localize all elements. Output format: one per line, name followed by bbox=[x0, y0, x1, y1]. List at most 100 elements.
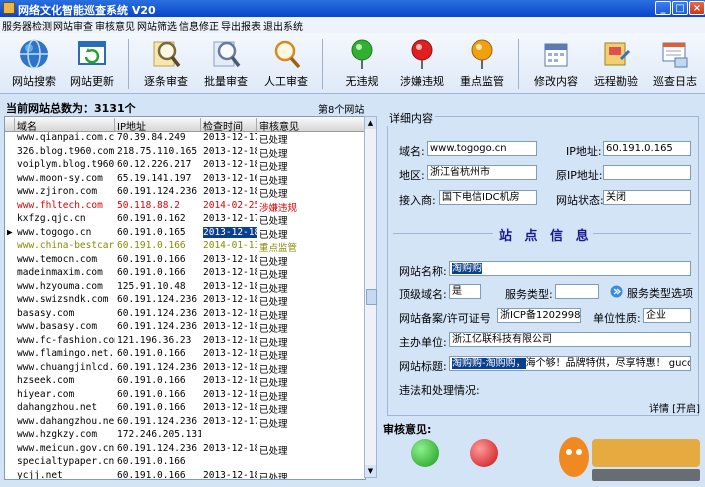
table-row[interactable]: www.hzyouma.com 125.91.10.48 2013-12-18 已处理 bbox=[5, 281, 365, 295]
table-row[interactable]: www.zjiron.com 60.191.124.236 2013-12-18 已处… bbox=[5, 186, 365, 200]
violation-field[interactable] bbox=[399, 397, 691, 412]
calendar-icon bbox=[544, 43, 568, 67]
orig-ip-field[interactable] bbox=[603, 165, 691, 180]
audit-heading: 审核意见: bbox=[383, 423, 432, 436]
table-cell-check-time: 2013-12-18 bbox=[203, 145, 257, 157]
menu-item-site-review[interactable]: 网站审查 bbox=[53, 18, 93, 33]
top-domain-field[interactable]: 是 bbox=[449, 284, 481, 299]
menu-item-export-report[interactable]: 导出报表 bbox=[221, 18, 261, 33]
table-row[interactable]: ycjj.net 60.191.0.166 2013-12-18 已处理 bbox=[5, 469, 365, 480]
icp-label: 网站备案/许可证号 bbox=[399, 312, 491, 325]
table-cell-check-time: 2013-12-18 bbox=[203, 186, 257, 197]
table-row[interactable]: 326.blog.t960.com 218.75.110.165 2013-12-1… bbox=[5, 146, 365, 160]
no-violation-button[interactable]: 无违规 bbox=[332, 36, 392, 92]
table-row[interactable]: www.qianpai.com.cn 70.39.84.249 2013-12-17… bbox=[5, 132, 365, 146]
table-row[interactable]: www.chuangjinlcd.com60.191.124.236 2013-1… bbox=[5, 362, 365, 376]
tool-label: 网站搜索 bbox=[12, 75, 56, 88]
site-table[interactable]: 域名 IP地址 检查时间 审核意见 www.qianpai.com.cn 70.3… bbox=[4, 116, 366, 480]
table-cell-ip: 60.191.0.166 bbox=[117, 469, 186, 480]
service-type-field[interactable] bbox=[555, 284, 599, 299]
menu-item-info-fix[interactable]: 信息修正 bbox=[179, 18, 219, 33]
batch-review-button[interactable]: 批量审查 bbox=[196, 36, 256, 92]
icp-field[interactable]: 浙ICP备12029987号-1 bbox=[497, 308, 581, 323]
site-search-button[interactable]: 网站搜索 bbox=[4, 36, 64, 92]
service-type-options-icon[interactable] bbox=[610, 285, 623, 298]
host-unit-field[interactable]: 浙江亿联科技有限公司 bbox=[449, 332, 691, 347]
table-cell-audit: 已处理 bbox=[259, 364, 288, 376]
current-row-indicator-icon: ▶ bbox=[7, 226, 13, 238]
table-row[interactable]: hiyear.com 60.191.0.166 2013-12-18 已处理 bbox=[5, 389, 365, 403]
maximize-button[interactable]: □ bbox=[672, 1, 688, 15]
table-row[interactable]: www.hzgkzy.com 172.246.205.131 bbox=[5, 429, 365, 443]
edit-content-button[interactable]: 修改内容 bbox=[526, 36, 586, 92]
site-name-field[interactable]: 淘购购 bbox=[449, 261, 691, 276]
domain-field[interactable]: www.togogo.cn bbox=[427, 141, 537, 156]
table-row[interactable]: www.fhltech.com 50.118.88.2 2014-02-25 涉嫌违规 bbox=[5, 200, 365, 214]
menu-item-site-filter[interactable]: 网站筛选 bbox=[137, 18, 177, 33]
scroll-up-arrow[interactable]: ▲ bbox=[365, 117, 376, 129]
table-cell-check-time: 2013-12-18 bbox=[203, 321, 257, 332]
menu-item-audit-opinion[interactable]: 审核意见 bbox=[95, 18, 135, 33]
service-type-options-link[interactable]: 服务类型选项 bbox=[627, 285, 693, 301]
table-row[interactable]: www.moon-sy.com 65.19.141.197 2013-12-16 已处… bbox=[5, 173, 365, 187]
remote-inspect-button[interactable]: 远程勘验 bbox=[586, 36, 646, 92]
column-header-domain[interactable]: 域名 bbox=[15, 118, 115, 133]
table-cell-ip: 60.191.0.166 bbox=[117, 388, 186, 400]
table-row[interactable]: www.swizsndk.com 60.191.124.236 2013-12-18… bbox=[5, 294, 365, 308]
list-scrollbar[interactable]: ▲ ▼ bbox=[364, 116, 377, 478]
patrol-log-button[interactable]: 巡查日志 bbox=[645, 36, 705, 92]
table-cell-audit: 涉嫌违规 bbox=[259, 202, 298, 214]
scroll-thumb[interactable] bbox=[366, 289, 377, 305]
table-cell-ip: 60.191.124.236 bbox=[117, 321, 198, 332]
table-row[interactable]: madeinmaxim.com 60.191.0.166 2013-12-18 已处理 bbox=[5, 267, 365, 281]
unit-type-field[interactable]: 企业 bbox=[643, 308, 691, 323]
table-row[interactable]: specialtypaper.cn 60.191.0.166 bbox=[5, 456, 365, 470]
column-header-check-time[interactable]: 检查时间 bbox=[201, 118, 257, 133]
site-state-field[interactable]: 关闭 bbox=[603, 190, 691, 205]
close-button[interactable]: × bbox=[689, 1, 705, 15]
site-update-button[interactable]: 网站更新 bbox=[62, 36, 122, 92]
table-row[interactable]: voiplym.blog.t960.co60.12.226.217 2013-12… bbox=[5, 159, 365, 173]
table-row[interactable]: www.temocn.com 60.191.0.166 2013-12-18 已处理 bbox=[5, 254, 365, 268]
column-header-ip[interactable]: IP地址 bbox=[115, 118, 201, 133]
site-state-label: 网站状态: bbox=[556, 194, 604, 207]
top-domain-label: 顶级域名: bbox=[399, 288, 447, 301]
region-field[interactable]: 浙江省杭州市 bbox=[427, 165, 537, 180]
key-supervision-button[interactable]: 重点监管 bbox=[452, 36, 512, 92]
manual-review-button[interactable]: 人工审查 bbox=[256, 36, 316, 92]
table-cell-check-time: 2013-12-18 bbox=[203, 159, 257, 170]
ip-field[interactable]: 60.191.0.165 bbox=[603, 141, 691, 156]
table-cell-check-time: 2013-12-17 bbox=[203, 132, 257, 143]
table-row[interactable]: www.meicun.gov.cn 60.191.124.236 2013-12-1… bbox=[5, 443, 365, 457]
table-cell-domain: ycjj.net bbox=[17, 469, 63, 480]
approve-ball-icon[interactable] bbox=[411, 439, 439, 467]
ip-label: IP地址: bbox=[566, 145, 602, 158]
violation-ball-icon[interactable] bbox=[470, 439, 498, 467]
table-cell-audit: 已处理 bbox=[259, 472, 288, 480]
site-title-field[interactable]: 淘购购-淘购购，海个够！品牌特供，尽享特惠！ gucci,gu bbox=[449, 356, 691, 371]
minimize-button[interactable]: _ bbox=[655, 1, 671, 15]
table-row[interactable]: dahangzhou.net 60.191.0.166 2013-12-18 已处理 bbox=[5, 402, 365, 416]
single-review-button[interactable]: 逐条审查 bbox=[136, 36, 196, 92]
menu-item-server-check[interactable]: 服务器检测 bbox=[2, 18, 52, 33]
table-row[interactable]: www.fc-fashion.com 121.196.36.23 2013-12-1… bbox=[5, 335, 365, 349]
menu-item-exit[interactable]: 退出系统 bbox=[263, 18, 303, 33]
column-header-audit[interactable]: 审核意见 bbox=[257, 118, 365, 133]
table-cell-check-time: 2013-12-18 bbox=[203, 388, 257, 400]
table-row[interactable]: hzseek.com 60.191.0.166 2013-12-18 已处理 bbox=[5, 375, 365, 389]
table-row[interactable]: ▶ www.togogo.cn 60.191.0.165 2013-12-18 已处理 bbox=[5, 226, 365, 241]
table-row[interactable]: www.dahangzhou.net 60.191.124.236 2013-12-… bbox=[5, 416, 365, 430]
table-row[interactable]: www.china-bestcartoo60.191.0.166 2014-01-… bbox=[5, 240, 365, 254]
table-header: 域名 IP地址 检查时间 审核意见 bbox=[5, 117, 365, 133]
table-row[interactable]: basasy.com 60.191.124.236 2013-12-18 已处理 bbox=[5, 308, 365, 322]
table-row[interactable]: www.flamingo.net.cn 60.191.0.166 2013-12-1… bbox=[5, 348, 365, 362]
table-row[interactable]: www.basasy.com 60.191.124.236 2013-12-18 已处… bbox=[5, 321, 365, 335]
suspect-violation-button[interactable]: 涉嫌违规 bbox=[392, 36, 452, 92]
table-row[interactable]: kxfzg.qjc.cn 60.191.0.162 2013-12-17 已处理 bbox=[5, 213, 365, 227]
site-list-panel: 当前网站总数为：3131个 第8个网站 域名 IP地址 检查时间 审核意见 ww… bbox=[0, 94, 380, 487]
detail-toggle-link[interactable]: 详情 [开启] bbox=[649, 400, 700, 415]
watermark-logo bbox=[559, 437, 700, 481]
scroll-down-arrow[interactable]: ▼ bbox=[365, 465, 376, 477]
table-cell-ip: 60.191.0.166 bbox=[117, 375, 186, 386]
isp-field[interactable]: 国下电信IDC机房 bbox=[439, 190, 537, 205]
